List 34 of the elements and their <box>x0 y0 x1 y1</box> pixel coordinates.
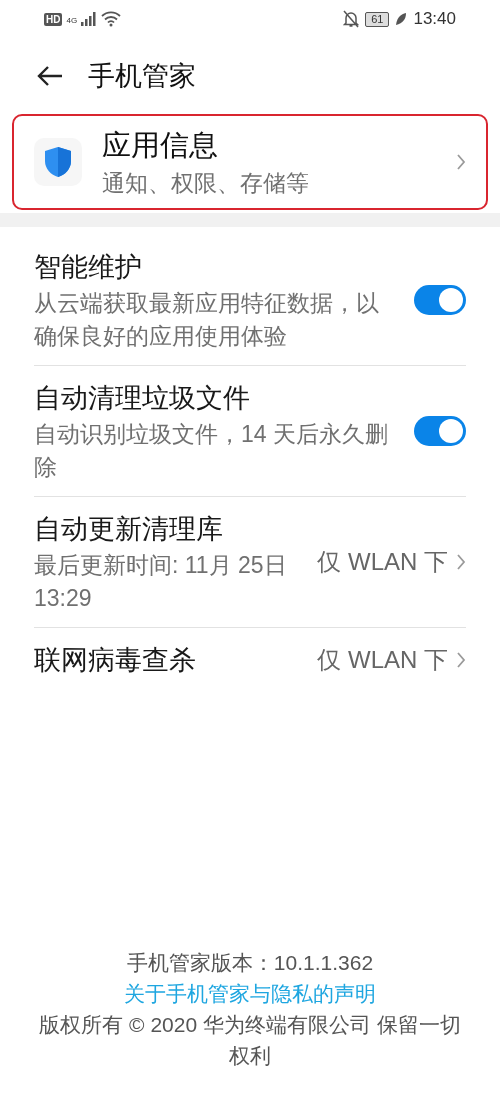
setting-description: 自动识别垃圾文件，14 天后永久删除 <box>34 420 389 482</box>
chevron-right-icon <box>456 153 466 171</box>
toggle-switch[interactable] <box>414 285 466 315</box>
setting-row[interactable]: 自动更新清理库 最后更新时间: 11月 25日 13:29 仅 WLAN 下 <box>34 497 466 628</box>
setting-title: 自动清理垃圾文件 <box>34 382 251 415</box>
setting-description: 从云端获取最新应用特征数据，以确保良好的应用使用体验 <box>34 289 380 351</box>
battery-indicator: 61 <box>365 11 390 27</box>
leaf-icon <box>395 12 408 26</box>
copyright-text: 版权所有 © 2020 华为终端有限公司 保留一切权利 <box>38 1012 462 1069</box>
shield-icon <box>34 138 82 186</box>
chevron-right-icon <box>456 553 466 571</box>
hd-badge: HD <box>44 12 63 26</box>
page-title: 手机管家 <box>88 59 196 93</box>
setting-title: 联网病毒查杀 <box>34 644 197 677</box>
bell-muted-icon <box>343 10 360 28</box>
app-info-row[interactable]: 应用信息 通知、权限、存储等 <box>12 114 488 210</box>
app-info-title: 应用信息 <box>102 128 219 163</box>
setting-row[interactable]: 联网病毒查杀 仅 WLAN 下 <box>34 628 466 692</box>
setting-value: 仅 WLAN 下 <box>317 645 448 675</box>
wifi-icon <box>101 11 122 27</box>
setting-title: 自动更新清理库 <box>34 513 224 546</box>
toggle-switch[interactable] <box>414 416 466 446</box>
app-info-subtitle: 通知、权限、存储等 <box>102 169 310 198</box>
version-text: 手机管家版本：10.1.1.362 <box>126 950 374 976</box>
setting-value: 仅 WLAN 下 <box>317 547 448 577</box>
setting-title: 智能维护 <box>34 251 143 284</box>
chevron-right-icon <box>456 651 466 669</box>
clock: 13:40 <box>413 8 456 31</box>
back-arrow-icon <box>37 65 63 87</box>
setting-row[interactable]: 自动清理垃圾文件 自动识别垃圾文件，14 天后永久删除 <box>34 366 466 497</box>
setting-row[interactable]: 智能维护 从云端获取最新应用特征数据，以确保良好的应用使用体验 <box>34 235 466 366</box>
setting-description: 最后更新时间: 11月 25日 13:29 <box>34 551 288 613</box>
network-type: 4G <box>66 17 78 25</box>
signal-icon <box>81 12 98 26</box>
